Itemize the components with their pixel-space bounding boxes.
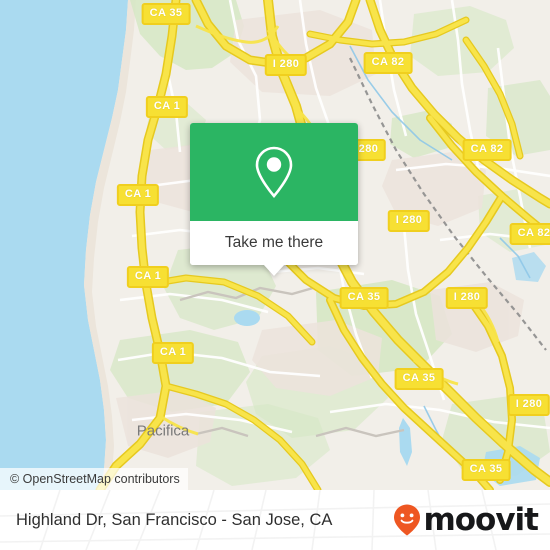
map-canvas[interactable]: CA 35 I 280 CA 82 CA 1 CA 82 I 280 CA 1 I 280 CA… [0,0,550,490]
highway-shield: CA 35 [461,459,511,481]
highway-shield: I 280 [507,394,550,416]
highway-shield: CA 1 [145,96,189,118]
highway-shield: CA 35 [339,287,389,309]
popup-icon-area [190,123,358,221]
take-me-there-label: Take me there [224,234,324,251]
highway-shield: CA 1 [126,266,170,288]
moovit-smiley-pin-icon [394,504,421,536]
map-pin-icon [255,146,293,198]
highway-shield: CA 82 [462,139,512,161]
highway-shield: CA 35 [394,368,444,390]
location-title: Highland Dr, San Francisco - San Jose, C… [16,510,333,529]
map-screenshot: CA 35 I 280 CA 82 CA 1 CA 82 I 280 CA 1 I 280 CA… [0,0,550,550]
popup-pointer-tail [263,264,285,276]
osm-attribution[interactable]: © OpenStreetMap contributors [0,468,188,490]
moovit-logo[interactable]: moovit [392,501,539,538]
highway-shield: CA 82 [363,52,413,74]
place-label: Pacifica [136,422,190,440]
highway-shield: I 280 [387,210,431,232]
highway-shield: I 280 [445,287,489,309]
moovit-wordmark: moovit [423,501,539,538]
footer-bar: Highland Dr, San Francisco - San Jose, C… [0,490,550,550]
highway-shield: CA 82 [509,223,550,245]
take-me-there-button[interactable]: Take me there [190,221,358,265]
highway-shield: I 280 [264,54,308,76]
highway-shield: CA 1 [116,184,160,206]
take-me-there-popup[interactable]: Take me there [190,123,358,276]
highway-shield: CA 35 [141,3,191,25]
highway-shield: CA 1 [151,342,195,364]
